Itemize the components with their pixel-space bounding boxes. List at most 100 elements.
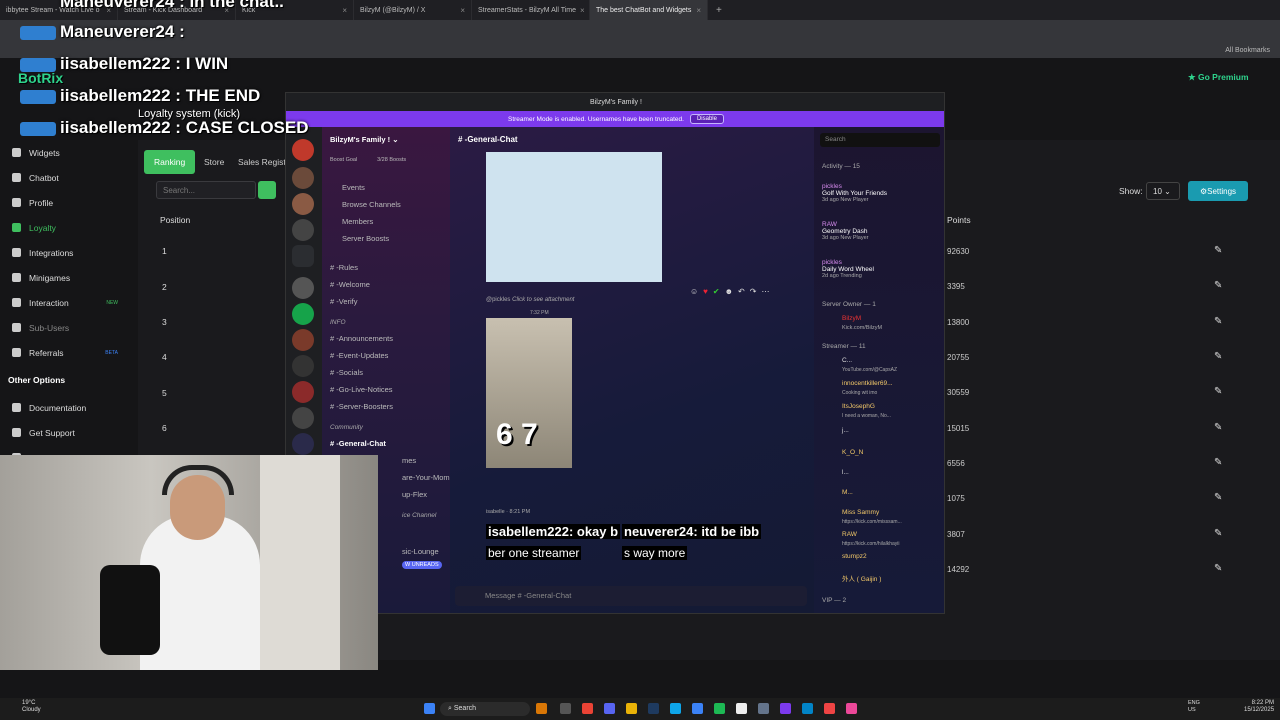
edit-icon[interactable]: ✎: [1214, 351, 1222, 362]
edit-icon[interactable]: ✎: [1214, 386, 1222, 397]
sidebar-item-minigames[interactable]: Minigames: [0, 265, 130, 290]
emoji-icon[interactable]: ☺: [690, 287, 698, 301]
weather-widget[interactable]: 19°C Cloudy: [22, 700, 41, 714]
browser-tab[interactable]: BilzyM (@BilzyM) / X ×: [354, 0, 472, 20]
discord-icon[interactable]: [604, 703, 615, 714]
sidebar-item-sub-users[interactable]: Sub-Users: [0, 315, 130, 340]
close-icon[interactable]: ×: [342, 6, 347, 15]
channel-socials[interactable]: # -Socials: [330, 368, 363, 377]
address-bar[interactable]: [0, 20, 1280, 42]
all-bookmarks-link[interactable]: All Bookmarks: [1225, 47, 1270, 54]
close-icon[interactable]: ×: [580, 6, 585, 15]
go-premium-link[interactable]: ★ Go Premium: [1188, 72, 1249, 83]
member-name[interactable]: Miss Sammy: [842, 509, 879, 516]
server-icon[interactable]: [292, 381, 314, 403]
sidebar-item-profile[interactable]: Profile: [0, 190, 130, 215]
channel-announcements[interactable]: # -Announcements: [330, 334, 393, 343]
heart-icon[interactable]: ♥: [703, 287, 708, 301]
edit-icon[interactable]: ✎: [1214, 492, 1222, 503]
member-name[interactable]: C...: [842, 357, 852, 364]
edit-icon[interactable]: ✎: [1214, 563, 1222, 574]
sidebar-item-documentation[interactable]: Documentation: [0, 395, 130, 420]
steam-icon[interactable]: [648, 703, 659, 714]
edit-icon[interactable]: ✎: [1214, 280, 1222, 291]
server-icon[interactable]: [292, 167, 314, 189]
channel-rules[interactable]: # -Rules: [330, 263, 358, 272]
channel-server-boosters[interactable]: # -Server-Boosters: [330, 402, 393, 411]
category-voice[interactable]: ice Channel: [402, 512, 436, 519]
server-icon[interactable]: [292, 219, 314, 241]
discord-search-input[interactable]: Search: [820, 133, 940, 147]
browser-tab[interactable]: StreamerStats - BilzyM All Time ×: [472, 0, 590, 20]
sidebar-item-integrations[interactable]: Integrations: [0, 240, 130, 265]
app-icon[interactable]: [736, 703, 747, 714]
activity-card[interactable]: pickles Daily Word Wheel 2d ago Trending: [822, 259, 942, 279]
reply-icon[interactable]: ↶: [738, 287, 745, 301]
ranking-search-input[interactable]: Search...: [156, 181, 256, 199]
taskbar-search[interactable]: ⌕ Search: [440, 702, 530, 716]
channel-lounge[interactable]: sic-Lounge: [402, 547, 439, 556]
channel-verify[interactable]: # -Verify: [330, 297, 358, 306]
activity-header[interactable]: Activity — 15: [822, 163, 860, 170]
sidebar-item-chatbot[interactable]: Chatbot: [0, 165, 130, 190]
language-indicator[interactable]: ENG US: [1188, 700, 1200, 714]
kick-server-icon[interactable]: [292, 303, 314, 325]
member-name[interactable]: l...: [842, 469, 849, 476]
nav-events[interactable]: Events: [342, 183, 365, 192]
member-name[interactable]: M...: [842, 489, 853, 496]
member-name[interactable]: BilzyM: [842, 315, 861, 322]
sidebar-item-widgets[interactable]: Widgets: [0, 140, 130, 165]
channel-go-live[interactable]: # -Go-Live-Notices: [330, 385, 393, 394]
more-icon[interactable]: ⋯: [761, 287, 769, 301]
category-info[interactable]: INFO: [330, 319, 346, 326]
server-name[interactable]: BilzyM's Family ! ⌄: [330, 135, 399, 144]
disable-button[interactable]: Disable: [689, 114, 724, 124]
server-icon[interactable]: [292, 139, 314, 161]
close-icon[interactable]: ×: [460, 6, 465, 15]
edit-icon[interactable]: ✎: [1214, 422, 1222, 433]
show-select[interactable]: 10 ⌄: [1146, 182, 1180, 200]
spotify-icon[interactable]: [714, 703, 725, 714]
member-name[interactable]: K_O_N: [842, 449, 863, 456]
server-icon[interactable]: [292, 355, 314, 377]
edit-icon[interactable]: ✎: [1214, 245, 1222, 256]
server-icon[interactable]: [292, 277, 314, 299]
sidebar-item-support[interactable]: Get Support: [0, 420, 130, 445]
edge-icon[interactable]: [670, 703, 681, 714]
app-icon[interactable]: [802, 703, 813, 714]
app-icon[interactable]: [758, 703, 769, 714]
channel-welcome[interactable]: # -Welcome: [330, 280, 370, 289]
app-icon[interactable]: [780, 703, 791, 714]
edit-icon[interactable]: ✎: [1214, 316, 1222, 327]
app-icon[interactable]: [560, 703, 571, 714]
check-icon[interactable]: ✔: [713, 287, 720, 301]
activity-card[interactable]: RAW Geometry Dash 3d ago New Player: [822, 221, 942, 241]
channel-mom[interactable]: are-Your-Mom...: [402, 473, 456, 482]
new-tab-button[interactable]: +: [708, 5, 730, 16]
activity-card[interactable]: pickles Golf With Your Friends 3d ago New …: [822, 183, 942, 203]
channel-flex[interactable]: up-Flex: [402, 490, 427, 499]
channel-general-chat[interactable]: # -General-Chat: [330, 439, 386, 448]
app-icon[interactable]: [846, 703, 857, 714]
server-icon-mb[interactable]: [292, 245, 314, 267]
nav-browse-channels[interactable]: Browse Channels: [342, 200, 401, 209]
chrome-icon[interactable]: [582, 703, 593, 714]
edit-icon[interactable]: ✎: [1214, 528, 1222, 539]
member-name[interactable]: innocentkiller69...: [842, 380, 893, 387]
search-button[interactable]: [258, 181, 276, 199]
browser-tab-active[interactable]: The best ChatBot and Widgets ×: [590, 0, 708, 20]
member-name[interactable]: stumpz2: [842, 553, 867, 560]
windows-start-icon[interactable]: [424, 703, 435, 714]
member-name[interactable]: ItsJosephG: [842, 403, 875, 410]
app-icon[interactable]: [824, 703, 835, 714]
forward-icon[interactable]: ↷: [750, 287, 757, 301]
nav-server-boosts[interactable]: Server Boosts: [342, 234, 389, 243]
new-unreads-pill[interactable]: W UNREADS: [402, 561, 442, 569]
boost-goal[interactable]: Boost Goal 3/28 Boosts: [330, 157, 406, 163]
tab-ranking[interactable]: Ranking: [144, 150, 196, 174]
sidebar-item-referrals[interactable]: Referrals BETA: [0, 340, 130, 365]
folder-icon[interactable]: [626, 703, 637, 714]
server-icon[interactable]: [292, 329, 314, 351]
close-icon[interactable]: ×: [696, 6, 701, 15]
app-icon[interactable]: [692, 703, 703, 714]
